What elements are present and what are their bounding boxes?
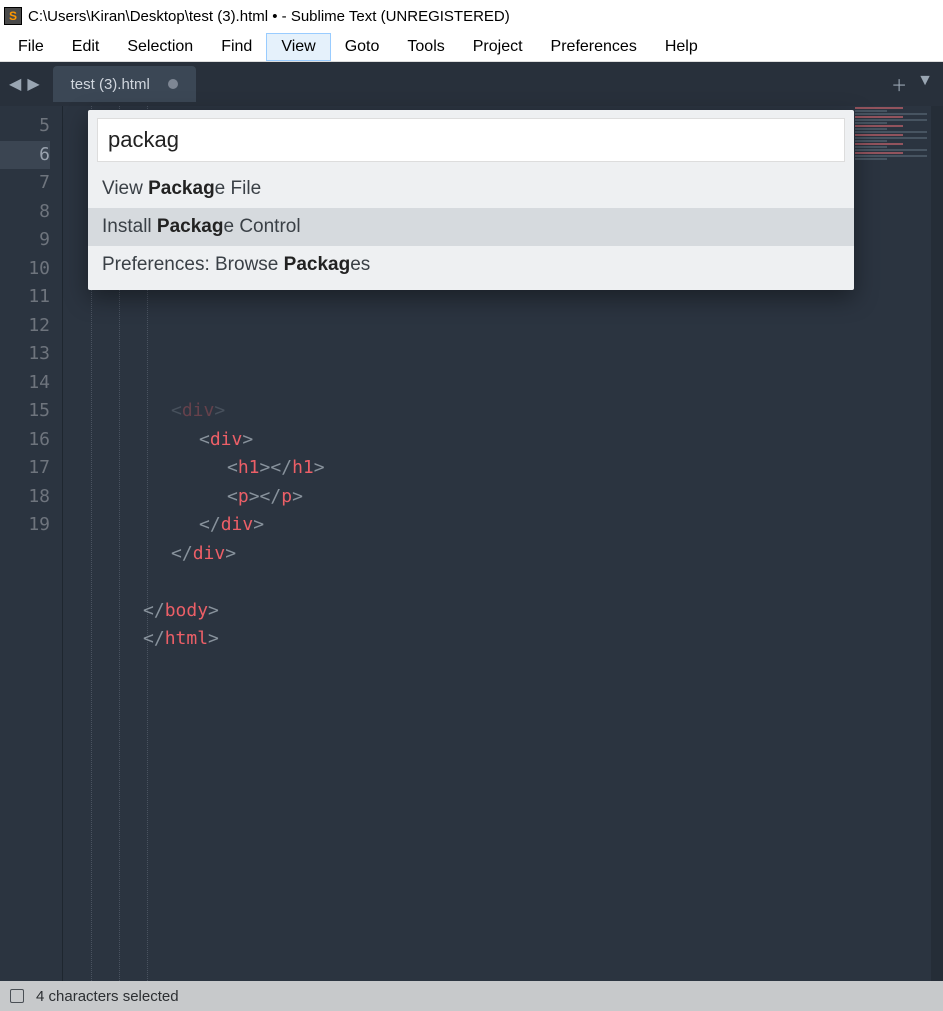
minimap-line xyxy=(855,143,903,145)
palette-item-pre: Install xyxy=(102,216,157,237)
palette-item-post: es xyxy=(350,254,370,275)
command-palette-item[interactable]: Install Package Control xyxy=(88,208,854,246)
line-number: 18 xyxy=(0,483,50,512)
command-palette: View Package FileInstall Package Control… xyxy=(88,110,854,290)
minimap-line xyxy=(855,155,927,157)
command-palette-input[interactable] xyxy=(97,118,845,162)
minimap-line xyxy=(855,149,927,151)
minimap-line xyxy=(855,119,927,121)
palette-item-match: Packag xyxy=(157,216,224,237)
file-tab-label: test (3).html xyxy=(71,76,150,93)
code-line: </body> xyxy=(63,597,943,626)
minimap-line xyxy=(855,137,927,139)
new-tab-icon[interactable]: ＋ xyxy=(891,72,907,96)
code-line: <div> xyxy=(63,426,943,455)
code-line: <div> xyxy=(63,397,943,426)
minimap-line xyxy=(855,152,903,154)
code-line: </div> xyxy=(63,540,943,569)
code-line: </div> xyxy=(63,511,943,540)
palette-item-pre: Preferences: Browse xyxy=(102,254,284,275)
command-palette-item[interactable]: View Package File xyxy=(88,170,854,208)
line-number: 7 xyxy=(0,169,50,198)
code-line xyxy=(63,654,943,683)
minimap-line xyxy=(855,122,887,124)
command-palette-item[interactable]: Preferences: Browse Packages xyxy=(88,246,854,284)
line-number: 12 xyxy=(0,312,50,341)
panel-toggle-icon[interactable] xyxy=(10,989,24,1003)
menu-item-help[interactable]: Help xyxy=(651,34,712,60)
line-number: 10 xyxy=(0,255,50,284)
code-line xyxy=(63,369,943,398)
line-number: 5 xyxy=(0,112,50,141)
menu-item-find[interactable]: Find xyxy=(207,34,266,60)
menubar: FileEditSelectionFindViewGotoToolsProjec… xyxy=(0,32,943,62)
line-number: 8 xyxy=(0,198,50,227)
status-message: 4 characters selected xyxy=(36,988,179,1005)
palette-item-pre: View xyxy=(102,178,148,199)
minimap-line xyxy=(855,131,927,133)
code-line xyxy=(63,568,943,597)
gutter: 5678910111213141516171819 xyxy=(0,106,62,981)
code-line: <h1></h1> xyxy=(63,454,943,483)
window-title: C:\Users\Kiran\Desktop\test (3).html • -… xyxy=(28,8,510,25)
minimap-line xyxy=(855,110,887,112)
line-number: 6 xyxy=(0,141,50,170)
tab-chrome: ◀ ▶ test (3).html ＋ ▼ xyxy=(0,62,943,106)
code-line: </html> xyxy=(63,625,943,654)
menu-item-tools[interactable]: Tools xyxy=(393,34,458,60)
dirty-indicator-icon xyxy=(168,79,178,89)
menu-item-edit[interactable]: Edit xyxy=(58,34,114,60)
code-line xyxy=(63,312,943,341)
minimap-line xyxy=(855,158,887,160)
minimap-line xyxy=(855,134,903,136)
statusbar: 4 characters selected xyxy=(0,981,943,1011)
history-back-icon[interactable]: ◀ xyxy=(6,74,24,94)
palette-item-post: e File xyxy=(215,178,261,199)
minimap-line xyxy=(855,116,903,118)
line-number: 16 xyxy=(0,426,50,455)
menu-item-preferences[interactable]: Preferences xyxy=(537,34,651,60)
menu-item-view[interactable]: View xyxy=(266,33,330,61)
palette-item-match: Packag xyxy=(284,254,351,275)
code-line xyxy=(63,340,943,369)
editor-area: 5678910111213141516171819 <div><div><h1>… xyxy=(0,106,943,981)
tab-menu-icon[interactable]: ▼ xyxy=(917,72,933,96)
file-tab[interactable]: test (3).html xyxy=(53,66,196,102)
line-number: 9 xyxy=(0,226,50,255)
minimap-line xyxy=(855,140,887,142)
minimap-line xyxy=(855,128,887,130)
menu-item-goto[interactable]: Goto xyxy=(331,34,394,60)
minimap-line xyxy=(855,113,927,115)
line-number: 17 xyxy=(0,454,50,483)
menu-item-file[interactable]: File xyxy=(4,34,58,60)
line-number: 14 xyxy=(0,369,50,398)
menu-item-project[interactable]: Project xyxy=(459,34,537,60)
palette-item-match: Packag xyxy=(148,178,215,199)
minimap-line xyxy=(855,107,903,109)
minimap-line xyxy=(855,146,887,148)
app-logo-icon: S xyxy=(4,7,22,25)
command-palette-list: View Package FileInstall Package Control… xyxy=(88,170,854,290)
history-forward-icon[interactable]: ▶ xyxy=(24,74,42,94)
minimap-line xyxy=(855,125,903,127)
window-titlebar: S C:\Users\Kiran\Desktop\test (3).html •… xyxy=(0,0,943,32)
line-number: 13 xyxy=(0,340,50,369)
line-number: 11 xyxy=(0,283,50,312)
line-number: 19 xyxy=(0,511,50,540)
line-number: 15 xyxy=(0,397,50,426)
palette-item-post: e Control xyxy=(223,216,300,237)
code-line: <p></p> xyxy=(63,483,943,512)
menu-item-selection[interactable]: Selection xyxy=(113,34,207,60)
